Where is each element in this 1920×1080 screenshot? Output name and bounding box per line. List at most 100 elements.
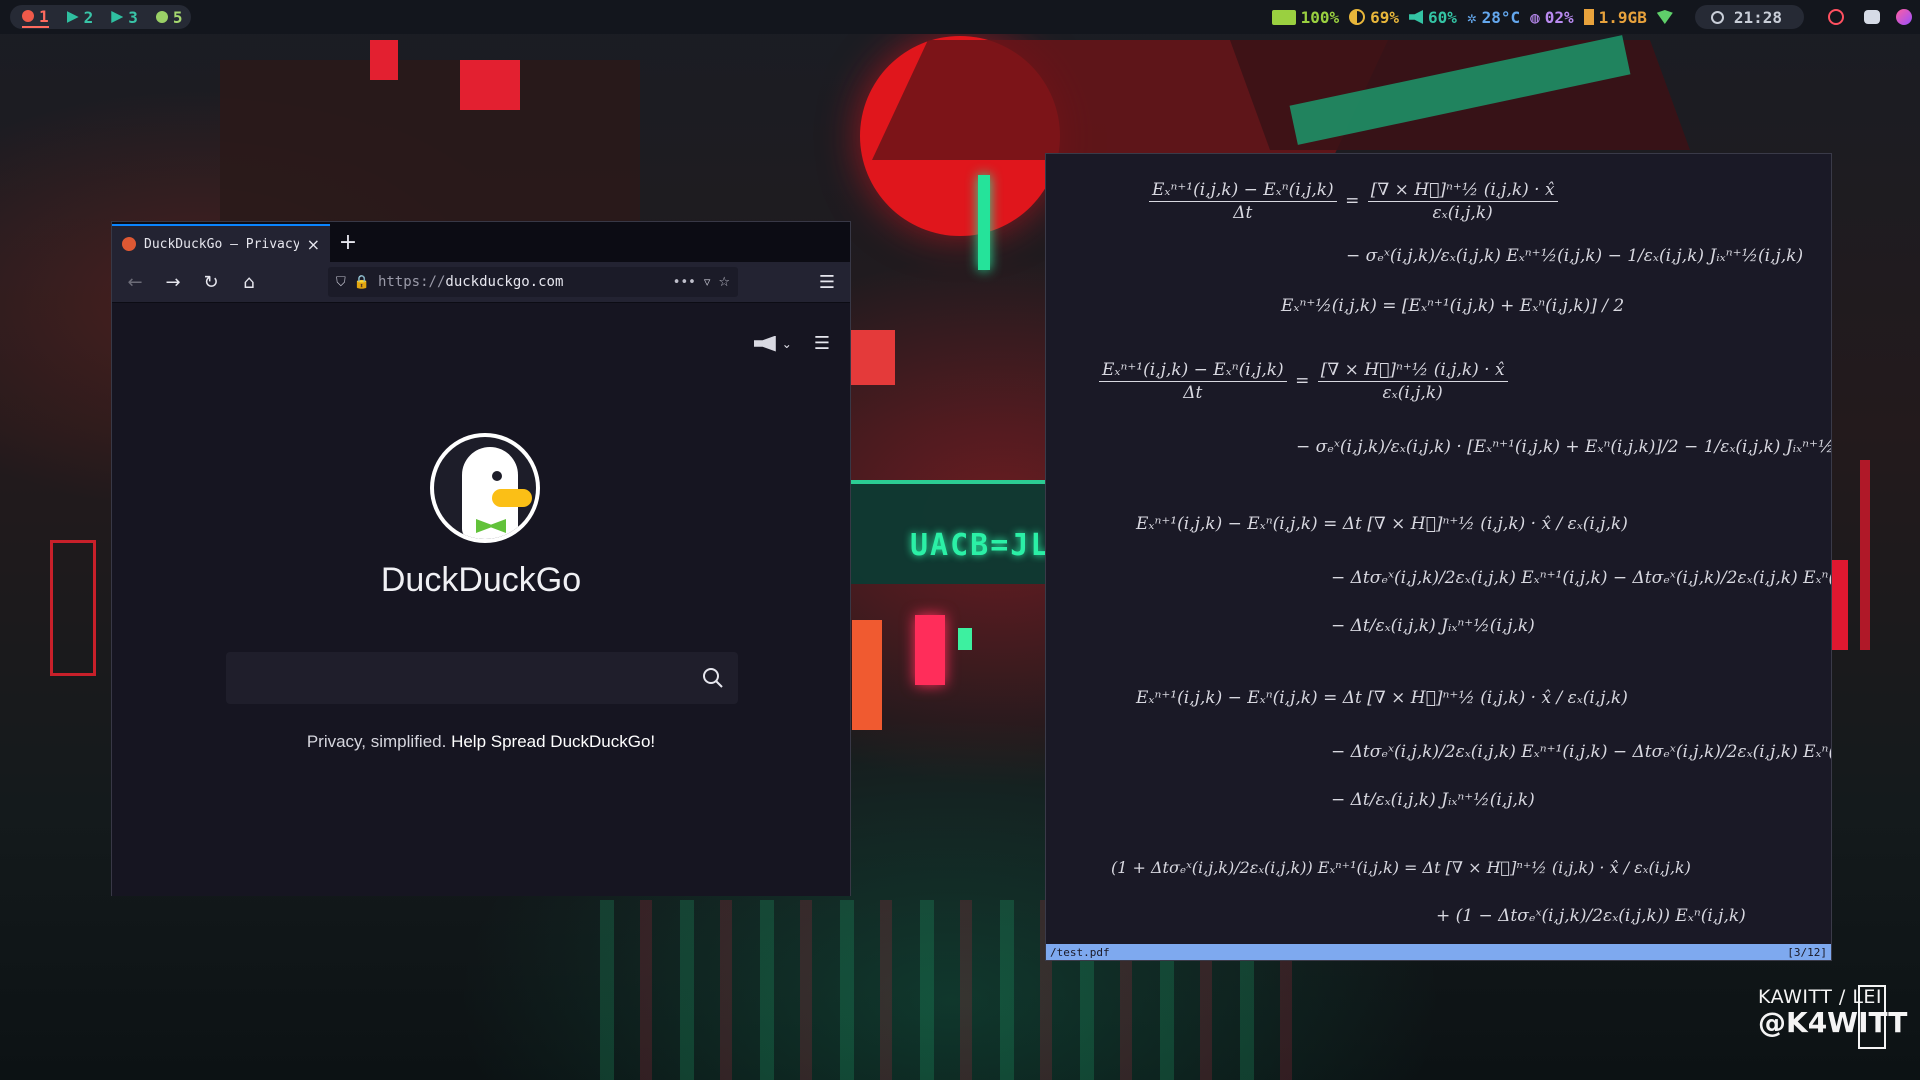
- cpu-value: 02%: [1544, 7, 1574, 27]
- memory-icon: [1583, 9, 1594, 25]
- search-icon[interactable]: [702, 667, 724, 689]
- megaphone-icon: [753, 335, 776, 352]
- url-scheme: https://: [377, 274, 446, 290]
- battery-indicator[interactable]: 100%: [1271, 8, 1339, 27]
- power-icon[interactable]: [1828, 9, 1844, 25]
- equation-11: − Δt/εₓ(i,j,k) Jᵢₓⁿ⁺½(i,j,k): [1331, 790, 1535, 810]
- reload-button[interactable]: ↻: [196, 267, 226, 297]
- pdf-statusline: /test.pdf [3/12]: [1046, 944, 1831, 960]
- equation-4: Eₓⁿ⁺¹(i,j,k) − Eₓⁿ(i,j,k) Δt = [∇ × H⃗]ⁿ⁺…: [1096, 360, 1511, 403]
- clock[interactable]: 21:28: [1694, 5, 1804, 29]
- eq1-lhs-den: Δt: [1233, 203, 1253, 223]
- search-box: [226, 652, 738, 704]
- terminal-icon: [111, 11, 124, 23]
- workspace-5[interactable]: 5: [155, 8, 183, 27]
- workspace-2[interactable]: 2: [66, 8, 93, 27]
- tab-title: DuckDuckGo — Privacy: [144, 236, 299, 252]
- url-host: duckduckgo.com: [445, 274, 564, 290]
- equation-9: Eₓⁿ⁺¹(i,j,k) − Eₓⁿ(i,j,k) = Δt [∇ × H⃗]ⁿ…: [1136, 688, 1628, 708]
- arrow-left-icon: ←: [127, 271, 143, 293]
- memory-indicator: 1.9GB: [1583, 7, 1647, 27]
- home-button[interactable]: ⌂: [234, 267, 264, 297]
- navigation-toolbar: ← → ↻ ⌂ ⛉ 🔒 https://duckduckgo.com ••• ▿…: [112, 262, 850, 303]
- wifi-indicator[interactable]: [1656, 10, 1673, 24]
- wallpaper-window: [370, 40, 398, 80]
- arrow-right-icon: →: [165, 271, 181, 293]
- pdf-page-indicator: [3/12]: [1787, 945, 1827, 959]
- workspace-1[interactable]: 1: [22, 7, 49, 28]
- clock-time: 21:28: [1733, 7, 1782, 27]
- brightness-indicator[interactable]: 69%: [1349, 8, 1399, 27]
- cpu-indicator: ◍ 02%: [1530, 8, 1574, 27]
- eq1-rhs-den: εₓ(i,j,k): [1432, 203, 1493, 223]
- brightness-value: 69%: [1370, 7, 1400, 27]
- workspace-label: 1: [39, 6, 49, 26]
- wallpaper-sign-text: UACB=JL: [910, 528, 1051, 563]
- new-tab-button[interactable]: +: [330, 224, 366, 262]
- workspace-3[interactable]: 3: [111, 8, 138, 27]
- megaphone-dropdown[interactable]: ⌄: [753, 335, 792, 352]
- equation-1: Eₓⁿ⁺¹(i,j,k) − Eₓⁿ(i,j,k) Δt = [∇ × H⃗]ⁿ⁺…: [1146, 180, 1561, 223]
- pocket-icon[interactable]: ▿: [704, 275, 711, 290]
- volume-value: 60%: [1428, 7, 1457, 27]
- eq1-rhs-num: [∇ × H⃗]ⁿ⁺½ (i,j,k) · x̂: [1367, 180, 1558, 202]
- firefox-icon: [22, 10, 34, 22]
- wifi-icon: [1656, 10, 1673, 24]
- discord-tray-icon[interactable]: [1864, 10, 1880, 24]
- workspace-label: 3: [128, 7, 138, 27]
- home-icon: ⌂: [243, 271, 255, 293]
- wallpaper-lantern: [50, 540, 96, 676]
- eq4-rhs-den: εₓ(i,j,k): [1382, 383, 1443, 403]
- battery-icon: [1271, 9, 1296, 25]
- pdf-filename: /test.pdf: [1050, 945, 1110, 959]
- lock-icon[interactable]: 🔒: [354, 275, 370, 290]
- spotify-icon: [155, 11, 168, 23]
- tab-strip: DuckDuckGo — Privacy × +: [112, 222, 850, 262]
- spread-ddg-link[interactable]: Help Spread DuckDuckGo!: [451, 732, 655, 751]
- ddg-menu-button[interactable]: ☰: [814, 333, 830, 354]
- eq4-rhs-num: [∇ × H⃗]ⁿ⁺½ (i,j,k) · x̂: [1317, 360, 1508, 382]
- url-text[interactable]: https://duckduckgo.com: [378, 274, 665, 290]
- duckduckgo-favicon-icon: [122, 237, 136, 251]
- app-menu-button[interactable]: ☰: [812, 267, 842, 297]
- app-tray-icon[interactable]: [1896, 9, 1912, 25]
- duck-beak: [492, 489, 532, 507]
- hamburger-icon: ☰: [813, 333, 830, 354]
- shield-icon[interactable]: ⛉: [336, 275, 346, 290]
- logo-background: [434, 437, 536, 539]
- tab-duckduckgo[interactable]: DuckDuckGo — Privacy ×: [112, 224, 330, 262]
- memory-value: 1.9GB: [1598, 7, 1647, 27]
- duck-eye: [492, 471, 502, 481]
- wallpaper-neon-bar: [1830, 560, 1848, 650]
- volume-indicator[interactable]: 60%: [1409, 8, 1457, 27]
- bookmark-star-icon[interactable]: ☆: [718, 275, 730, 290]
- clock-icon: [1710, 10, 1724, 24]
- page-actions-icon[interactable]: •••: [673, 275, 696, 290]
- duckduckgo-homepage: ⌄ ☰ DuckDuckGo Privacy, simplified. Help…: [112, 303, 850, 896]
- hamburger-icon: ☰: [818, 271, 836, 293]
- eq4-lhs-num: Eₓⁿ⁺¹(i,j,k) − Eₓⁿ(i,j,k): [1099, 360, 1287, 382]
- temperature-indicator: ✲ 28°C: [1467, 8, 1520, 27]
- tab-close-button[interactable]: ×: [307, 235, 320, 254]
- wallpaper-window: [958, 628, 972, 650]
- pdf-viewer-window: Eₓⁿ⁺¹(i,j,k) − Eₓⁿ(i,j,k) Δt = [∇ × H⃗]ⁿ⁺…: [1045, 153, 1832, 961]
- search-input[interactable]: [240, 668, 702, 688]
- equation-8: − Δt/εₓ(i,j,k) Jᵢₓⁿ⁺½(i,j,k): [1331, 616, 1535, 636]
- ddg-toolbar: ⌄ ☰: [753, 333, 830, 354]
- wallpaper-neon-bar: [1860, 460, 1870, 650]
- equation-10: − Δtσₑˣ(i,j,k)/2εₓ(i,j,k) Eₓⁿ⁺¹(i,j,k) −…: [1331, 742, 1831, 762]
- wallpaper-neon-bar: [978, 175, 990, 270]
- duckduckgo-logo-icon: [430, 433, 540, 543]
- status-bar: 1 2 3 5 100% 69% 60% ✲ 28°C ◍ 02% 1.9GB …: [0, 0, 1920, 34]
- brightness-icon: [1349, 9, 1366, 25]
- back-button[interactable]: ←: [120, 267, 150, 297]
- eq1-lhs-num: Eₓⁿ⁺¹(i,j,k) − Eₓⁿ(i,j,k): [1149, 180, 1337, 202]
- cpu-icon: ◍: [1530, 7, 1540, 27]
- forward-button[interactable]: →: [158, 267, 188, 297]
- address-bar[interactable]: ⛉ 🔒 https://duckduckgo.com ••• ▿ ☆: [328, 267, 738, 297]
- reload-icon: ↻: [203, 271, 219, 293]
- firefox-window: DuckDuckGo — Privacy × + ← → ↻ ⌂ ⛉ 🔒 htt…: [111, 221, 851, 896]
- equation-13: + (1 − Δtσₑˣ(i,j,k)/2εₓ(i,j,k)) Eₓⁿ(i,j,…: [1436, 906, 1746, 926]
- speaker-icon: [1409, 10, 1424, 24]
- pdf-page[interactable]: Eₓⁿ⁺¹(i,j,k) − Eₓⁿ(i,j,k) Δt = [∇ × H⃗]ⁿ⁺…: [1046, 154, 1831, 944]
